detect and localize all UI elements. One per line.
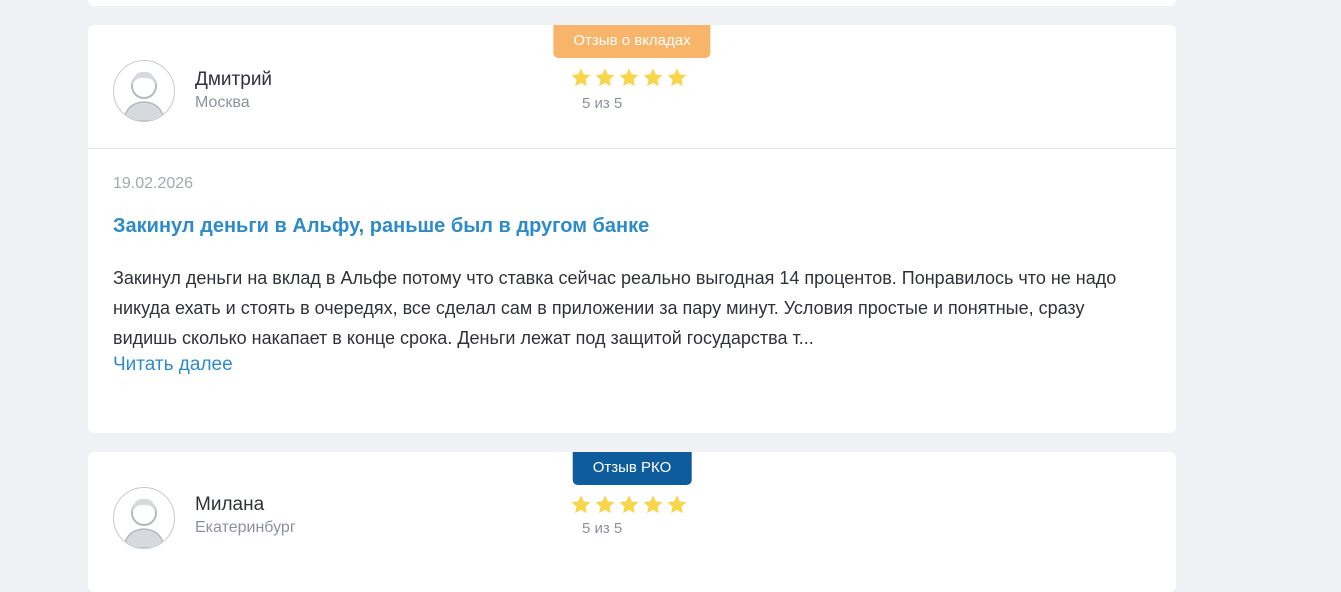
review-category-badge[interactable]: Отзыв о вкладах bbox=[553, 25, 711, 58]
review-body: Закинул деньги на вклад в Альфе потому ч… bbox=[113, 268, 1117, 348]
previous-review-card bbox=[88, 0, 1176, 6]
star-icon bbox=[667, 68, 687, 87]
avatar bbox=[113, 60, 175, 122]
rating-text: 5 из 5 bbox=[582, 520, 623, 537]
star-icon bbox=[643, 68, 663, 87]
read-more-link[interactable]: Читать далее bbox=[113, 354, 233, 376]
author-name: Милана bbox=[195, 494, 265, 515]
star-icon bbox=[643, 495, 663, 514]
avatar bbox=[113, 487, 175, 549]
user-avatar-icon bbox=[123, 71, 165, 121]
author-name: Дмитрий bbox=[195, 69, 273, 90]
author-city: Екатеринбург bbox=[195, 519, 296, 536]
rating-text: 5 из 5 bbox=[582, 95, 623, 112]
review-date: 19.02.2026 bbox=[113, 175, 194, 192]
author-city: Москва bbox=[195, 94, 250, 111]
rating-stars bbox=[570, 67, 688, 89]
star-icon bbox=[595, 495, 615, 514]
review-title[interactable]: Закинул деньги в Альфу, раньше был в дру… bbox=[113, 215, 649, 238]
review-category-badge[interactable]: Отзыв РКО bbox=[572, 452, 692, 485]
star-icon bbox=[571, 495, 591, 514]
star-icon bbox=[619, 495, 639, 514]
star-icon bbox=[619, 68, 639, 87]
review-card: Отзыв о вкладах Дмитрий Москва 5 из 5 19… bbox=[88, 25, 1176, 433]
review-card: Отзыв РКО Милана Екатеринбург 5 из 5 bbox=[88, 452, 1176, 592]
star-icon bbox=[571, 68, 591, 87]
user-avatar-icon bbox=[123, 498, 165, 548]
star-icon bbox=[595, 68, 615, 87]
rating-stars bbox=[570, 494, 688, 516]
divider bbox=[88, 148, 1176, 149]
star-icon bbox=[667, 495, 687, 514]
